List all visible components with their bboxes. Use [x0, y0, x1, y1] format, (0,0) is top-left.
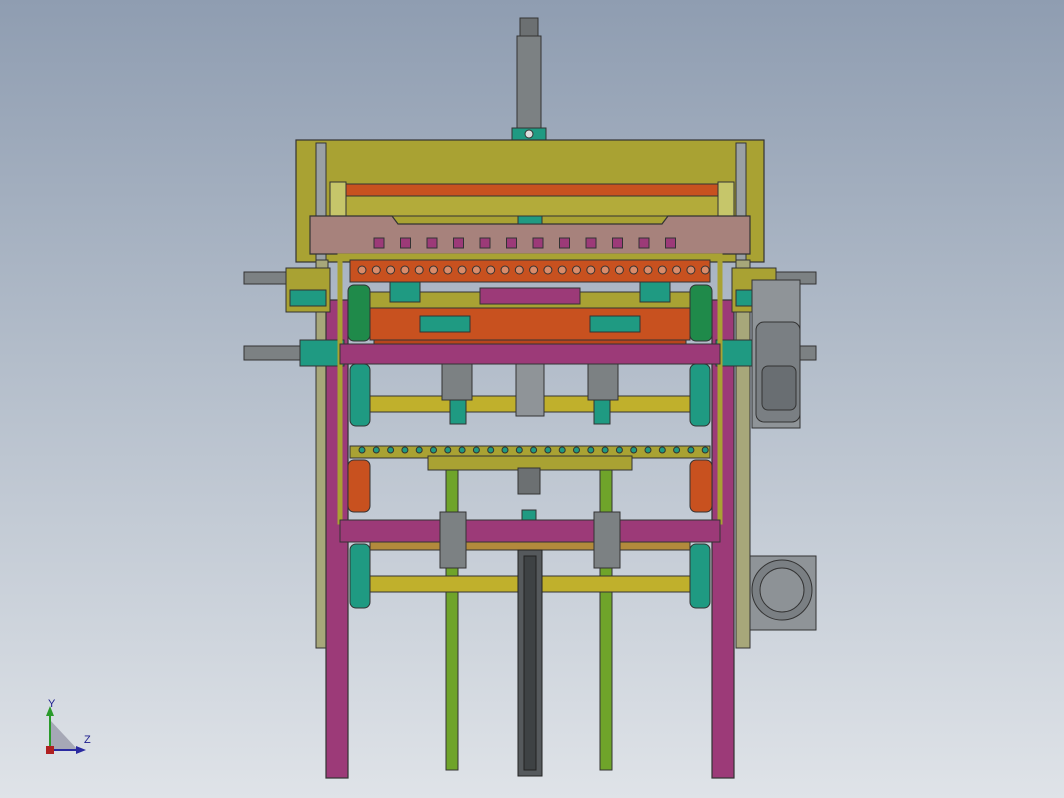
- pin: [587, 446, 595, 454]
- pin: [572, 265, 581, 275]
- coordinate-triad: Y Z: [40, 698, 100, 758]
- pin: [558, 446, 566, 454]
- beam-square-hole: [612, 237, 623, 249]
- right-lower-roller[interactable]: [689, 459, 713, 513]
- left-low-wheel[interactable]: [349, 543, 371, 609]
- beam-square-hole: [373, 237, 385, 249]
- pin: [601, 446, 609, 454]
- beam-square-hole: [426, 237, 438, 249]
- pin: [600, 265, 610, 275]
- pin: [686, 265, 696, 275]
- right-low-wheel[interactable]: [689, 543, 711, 609]
- pin: [386, 265, 396, 275]
- pin: [643, 265, 653, 275]
- left-lower-roller[interactable]: [347, 459, 371, 513]
- pin: [672, 265, 682, 275]
- pin: [614, 265, 624, 275]
- pin: [701, 446, 709, 454]
- pin: [586, 265, 596, 275]
- pin: [357, 265, 367, 275]
- beam-square-hole: [559, 237, 570, 249]
- pin: [644, 446, 652, 454]
- cross-beam-lower[interactable]: [339, 519, 721, 543]
- pin: [630, 446, 638, 454]
- pin: [486, 265, 496, 275]
- pin: [487, 446, 495, 454]
- top-cylinder[interactable]: [511, 17, 547, 141]
- small-cylinder[interactable]: [517, 467, 541, 495]
- pin: [573, 446, 580, 454]
- beam-square-hole: [400, 237, 411, 249]
- pin: [629, 265, 639, 275]
- beam-square-hole: [532, 237, 544, 249]
- upper-gearmotor[interactable]: [751, 279, 801, 429]
- beam-square-hole: [479, 237, 491, 249]
- pin: [430, 446, 437, 454]
- left-upper-wheel[interactable]: [347, 284, 371, 342]
- pin: [457, 265, 467, 275]
- left-mid-wheel[interactable]: [349, 363, 371, 427]
- pin: [471, 265, 481, 275]
- pin: [687, 446, 695, 454]
- pin: [400, 265, 410, 275]
- cad-viewport[interactable]: Y Z: [0, 0, 1064, 798]
- upper-bushings[interactable]: [441, 363, 619, 425]
- pin: [544, 446, 552, 454]
- lower-bushing-right[interactable]: [593, 511, 621, 569]
- pin: [501, 446, 509, 454]
- pin: [372, 446, 380, 454]
- pin: [401, 446, 409, 454]
- pin: [657, 265, 667, 275]
- pin: [443, 265, 453, 275]
- lower-gearmotor[interactable]: [749, 555, 817, 631]
- pin: [444, 446, 452, 454]
- pin: [387, 446, 395, 454]
- y-axis-label: Y: [48, 698, 56, 710]
- cross-beam-upper[interactable]: [339, 343, 721, 365]
- beam-square-hole: [638, 237, 650, 249]
- pin: [530, 446, 538, 454]
- axis-origin-icon: [50, 720, 78, 750]
- right-upper-wheel[interactable]: [689, 284, 713, 342]
- pin: [515, 446, 523, 454]
- pin: [529, 265, 539, 275]
- pin: [414, 265, 424, 275]
- right-mid-wheel[interactable]: [689, 363, 711, 427]
- pin: [500, 265, 510, 275]
- right-outer-column[interactable]: [735, 259, 751, 649]
- machine-assembly[interactable]: [0, 0, 1064, 798]
- beam-square-hole: [665, 237, 676, 249]
- pin: [700, 265, 710, 275]
- lower-strip: [369, 541, 691, 551]
- beam-square-hole: [453, 237, 464, 249]
- pin: [615, 446, 623, 454]
- pin: [472, 446, 480, 454]
- lower-bushing-left[interactable]: [439, 511, 467, 569]
- beam-square-hole: [506, 237, 517, 249]
- z-axis-label: Z: [84, 734, 91, 746]
- pin: [371, 265, 381, 275]
- pin: [673, 446, 681, 454]
- pin: [458, 446, 466, 454]
- beam-square-hole: [585, 237, 597, 249]
- pin: [543, 265, 553, 275]
- pin: [557, 265, 567, 275]
- pin: [429, 265, 438, 275]
- pin: [514, 265, 524, 275]
- pin: [658, 446, 666, 454]
- pin: [358, 446, 366, 454]
- pin: [415, 446, 423, 454]
